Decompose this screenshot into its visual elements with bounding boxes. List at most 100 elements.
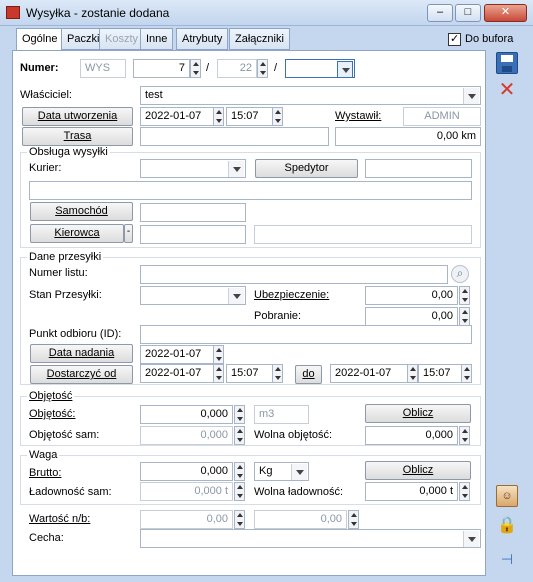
numer-prefix-field: WYS (80, 59, 126, 78)
do-time-spinner[interactable] (461, 364, 472, 383)
data-nadania-spinner[interactable] (213, 345, 224, 364)
waga-title: Waga (27, 449, 60, 461)
contractor-icon[interactable]: ☺ (496, 485, 518, 507)
samochod-button[interactable]: Samochód (30, 202, 133, 221)
data-utworzenia-date[interactable]: 2022-01-07 (140, 107, 222, 126)
punkt-field[interactable] (140, 325, 472, 344)
wlasciciel-value: test (145, 89, 163, 101)
chevron-down-icon[interactable] (291, 464, 307, 480)
brutto-field[interactable]: 0,000 (140, 462, 233, 481)
kurier-label: Kurier: (29, 162, 62, 174)
brutto-spinner[interactable] (234, 462, 245, 481)
pobranie-field[interactable]: 0,00 (365, 307, 458, 326)
numer-spinner[interactable] (190, 59, 201, 78)
objetosc-sam-label: Objętość sam: (29, 429, 100, 441)
dostarczyc-date-spinner[interactable] (213, 364, 224, 383)
numer-listu-field[interactable] (140, 265, 448, 284)
minimize-button[interactable]: – (427, 4, 453, 22)
objetosc-spinner[interactable] (234, 405, 245, 424)
wlasciciel-label: Właściciel: (20, 89, 72, 101)
save-icon[interactable] (496, 52, 518, 74)
numer-number-field[interactable]: 7 (133, 59, 190, 78)
cecha-select[interactable] (140, 529, 481, 548)
chevron-down-icon[interactable] (228, 288, 244, 304)
do-time[interactable]: 15:07 (418, 364, 462, 383)
trasa-button[interactable]: Trasa (22, 127, 133, 146)
month-spinner (257, 59, 268, 78)
ubezpieczenie-spinner[interactable] (459, 286, 470, 305)
chevron-down-icon[interactable] (463, 88, 479, 104)
kurier-details-field[interactable] (29, 181, 472, 200)
tab-atrybuty[interactable]: Atrybuty (176, 28, 229, 50)
wolna-ladownosc-label: Wolna ładowność: (254, 486, 344, 498)
objetosc-unit-field: m3 (254, 405, 309, 424)
objetosc-label: Objętość: (29, 408, 76, 420)
data-nadania-button[interactable]: Data nadania (30, 344, 133, 363)
dostarczyc-button[interactable]: Dostarczyć od (30, 365, 133, 384)
spedytor-button[interactable]: Spedytor (255, 159, 358, 178)
objetosc-field[interactable]: 0,000 (140, 405, 233, 424)
numer-series-select[interactable] (285, 59, 355, 78)
wartosc-label: Wartość n/b: (29, 513, 91, 525)
do-button[interactable]: do (295, 365, 322, 384)
time-spinner[interactable] (272, 107, 283, 126)
do-bufora-checkbox[interactable] (448, 32, 461, 46)
wlasciciel-select[interactable]: test (140, 86, 481, 105)
wystawil-label: Wystawił: (335, 110, 382, 122)
date-spinner[interactable] (213, 107, 224, 126)
objetosc-sam-field: 0,000 (140, 426, 233, 445)
wartosc-spinner-2 (348, 510, 359, 529)
maximize-button[interactable]: □ (455, 4, 481, 22)
trasa-field[interactable] (140, 127, 329, 146)
chevron-down-icon[interactable] (228, 161, 244, 177)
chevron-down-icon[interactable] (463, 531, 479, 547)
lock-icon[interactable]: 🔒 (496, 515, 518, 537)
stan-label: Stan Przesyłki: (29, 289, 102, 301)
wartosc-field-2: 0,00 (254, 510, 347, 529)
wolna-objetosc-field[interactable]: 0,000 (365, 426, 458, 445)
wolna-ladownosc-spinner[interactable] (459, 482, 470, 501)
numer-label: Numer: (20, 62, 59, 74)
wartosc-spinner-1 (234, 510, 245, 529)
stan-select[interactable] (140, 286, 246, 305)
ladownosc-sam-label: Ładowność sam: (29, 486, 112, 498)
ladownosc-sam-field: 0,000 t (140, 482, 233, 501)
waga-unit-select[interactable]: Kg (254, 462, 309, 481)
wolna-ladownosc-field[interactable]: 0,000 t (365, 482, 458, 501)
chevron-down-icon[interactable] (337, 61, 353, 77)
do-date[interactable]: 2022-01-07 (330, 364, 412, 383)
data-nadania-field[interactable]: 2022-01-07 (140, 345, 222, 364)
dostarczyc-date[interactable]: 2022-01-07 (140, 364, 222, 383)
tab-zalaczniki[interactable]: Załączniki (229, 28, 290, 50)
pobranie-spinner[interactable] (459, 307, 470, 326)
delete-icon[interactable]: ✕ (496, 80, 518, 102)
data-utworzenia-button[interactable]: Data utworzenia (22, 107, 133, 126)
dane-title: Dane przesyłki (27, 251, 104, 263)
do-date-spinner[interactable] (407, 364, 418, 383)
close-button[interactable]: ✕ (484, 4, 527, 22)
kierowca-field[interactable] (140, 225, 246, 244)
search-icon[interactable]: ⌕ (451, 265, 469, 283)
numer-month-field: 22 (217, 59, 257, 78)
app-icon (6, 6, 20, 19)
waga-oblicz-button[interactable]: Oblicz (365, 461, 471, 480)
wystawil-field: ADMIN (403, 107, 481, 126)
samochod-field[interactable] (140, 203, 246, 222)
kierowca-details-field (254, 225, 472, 244)
numer-sep2: / (274, 62, 278, 74)
ubezpieczenie-label: Ubezpieczenie: (254, 289, 330, 301)
trasa-km-field[interactable]: 0,00 km (335, 127, 481, 146)
dostarczyc-time-spinner[interactable] (272, 364, 283, 383)
kierowca-dropdown-button[interactable]: - (124, 224, 133, 243)
wolna-objetosc-spinner[interactable] (459, 426, 470, 445)
kurier-select[interactable] (140, 159, 246, 178)
objetosc-oblicz-button[interactable]: Oblicz (365, 404, 471, 423)
kierowca-button[interactable]: Kierowca (30, 224, 124, 243)
spedytor-field[interactable] (365, 159, 472, 178)
save-icon-slot (502, 66, 512, 72)
tab-ogolne[interactable]: Ogólne (16, 28, 64, 52)
ubezpieczenie-field[interactable]: 0,00 (365, 286, 458, 305)
pin-icon[interactable]: ⊣ (496, 548, 518, 570)
tab-inne[interactable]: Inne (140, 28, 174, 50)
ladownosc-sam-spinner (234, 482, 245, 501)
